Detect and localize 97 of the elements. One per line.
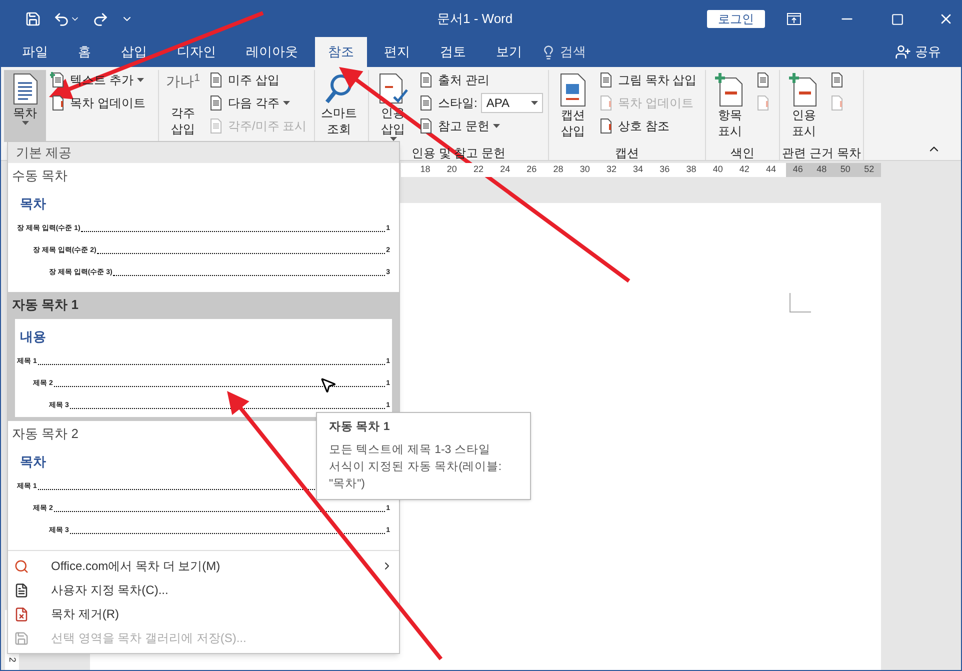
caret-icon xyxy=(531,101,538,105)
document-update-icon xyxy=(755,95,771,111)
document-icon xyxy=(208,95,224,111)
ribbon-tab[interactable]: 편지 xyxy=(371,37,423,67)
document-icon xyxy=(418,72,434,88)
ribbon-display-icon[interactable] xyxy=(787,13,801,25)
toc-heading: 목차 xyxy=(19,453,46,470)
ribbon-small-button[interactable]: 상호 참조 xyxy=(598,117,670,135)
undo-icon[interactable] xyxy=(53,10,70,28)
ruler-mark: 2 xyxy=(6,656,19,662)
group-label: 관련 근거 목차 xyxy=(782,146,861,160)
ruler-mark: 18 xyxy=(419,163,432,176)
ruler-mark: 34 xyxy=(632,163,644,176)
gallery-item-title: 자동 목차 2 xyxy=(12,425,78,443)
group-label: 캡션 xyxy=(615,146,639,160)
toc-heading: 내용 xyxy=(19,328,46,345)
ruler-mark: 48 xyxy=(816,163,828,176)
document-icon xyxy=(755,72,771,88)
search-icon xyxy=(324,73,354,105)
lightbulb-icon xyxy=(541,44,556,60)
ribbon-small-button[interactable]: 참고 문헌 xyxy=(418,117,500,135)
ribbon-large-button[interactable]: 인용 표시 xyxy=(783,70,825,142)
share-button[interactable]: 공유 xyxy=(895,37,941,67)
ribbon-small-button[interactable]: 스타일: xyxy=(418,94,478,112)
document-icon xyxy=(418,118,434,134)
ruler-mark: 40 xyxy=(712,163,724,176)
ruler-mark: 46 xyxy=(792,163,804,176)
ribbon-small-button[interactable] xyxy=(829,72,845,88)
gallery-item-title: 수동 목차 xyxy=(12,167,68,185)
ribbon-large-button[interactable]: 스마트 조회 xyxy=(318,70,360,142)
remove-document-icon xyxy=(14,606,29,622)
ruler-mark: 30 xyxy=(578,163,591,176)
ribbon-small-button[interactable]: 그림 목차 삽입 xyxy=(598,71,697,89)
document-update-icon xyxy=(829,95,845,111)
menu-item[interactable]: 사용자 지정 목차(C)... xyxy=(8,578,399,602)
document-icon xyxy=(14,582,29,598)
menu-item[interactable]: Office.com에서 목차 더 보기(M) xyxy=(8,554,399,578)
ruler-mark: 22 xyxy=(472,163,484,176)
ruler-mark: 24 xyxy=(499,163,512,176)
document-add-icon xyxy=(50,72,66,88)
ribbon-tab[interactable]: 보기 xyxy=(483,37,535,67)
save-document-icon xyxy=(14,630,29,646)
document-update-icon xyxy=(50,95,66,111)
ribbon-tab[interactable]: 검토 xyxy=(427,37,479,67)
menu-item[interactable]: 목차 제거(R) xyxy=(8,602,399,626)
tooltip-title: 자동 목차 1 xyxy=(329,420,390,435)
ribbon-tab[interactable]: 홈 xyxy=(65,37,104,67)
person-add-icon xyxy=(895,44,911,60)
ribbon-tab[interactable]: 디자인 xyxy=(164,37,229,67)
document-icon xyxy=(598,72,614,88)
ribbon-tab[interactable]: 레이아웃 xyxy=(233,37,311,67)
ribbon-large-button[interactable]: 캡션 삽입 xyxy=(552,70,594,142)
document-list-icon xyxy=(11,73,39,105)
caption-picture-icon xyxy=(559,73,587,107)
ruler-mark: 32 xyxy=(605,163,618,176)
document-update-icon xyxy=(598,118,614,134)
ribbon-small-button[interactable]: 출처 관리 xyxy=(418,71,490,89)
document-icon xyxy=(208,118,224,134)
ribbon-small-button[interactable]: 목차 업데이트 xyxy=(50,94,146,112)
ruler-mark: 42 xyxy=(738,163,750,176)
ribbon-tab[interactable]: 삽입 xyxy=(108,37,160,67)
redo-icon[interactable] xyxy=(92,10,109,28)
document-icon xyxy=(208,72,224,88)
ribbon-small-button[interactable]: 미주 삽입 xyxy=(208,71,280,89)
ruler-mark: 44 xyxy=(765,163,778,176)
ruler-mark: 20 xyxy=(446,163,458,176)
document-update-icon xyxy=(598,95,614,111)
tooltip-text: 모든 텍스트에 제목 1-3 스타일 서식이 지정된 자동 목차(레이블: "목차") xyxy=(329,443,502,492)
group-label: 색인 xyxy=(730,146,754,160)
login-button[interactable]: 로그인 xyxy=(707,10,765,28)
ruler-mark: 52 xyxy=(863,163,876,176)
ruler-mark: 50 xyxy=(839,163,852,176)
ruler-mark: 26 xyxy=(526,163,538,176)
maximize-icon[interactable] xyxy=(891,12,904,26)
search-field[interactable]: 검색 xyxy=(560,42,600,62)
gallery-header: 기본 제공 xyxy=(8,142,399,163)
ribbon-large-button[interactable]: 목차 xyxy=(4,70,46,142)
style-select[interactable]: APA xyxy=(481,93,544,113)
mouse-cursor-icon xyxy=(319,376,337,394)
ribbon-tab[interactable]: 참조 xyxy=(315,37,367,67)
ruler-mark: 38 xyxy=(685,163,698,176)
document-icon xyxy=(829,72,845,88)
margin-corner-mark xyxy=(789,293,811,313)
save-icon[interactable] xyxy=(25,11,41,27)
ribbon-small-button[interactable] xyxy=(755,72,771,88)
ruler-mark: 36 xyxy=(658,163,671,176)
ruler-mark: 28 xyxy=(552,163,564,176)
gallery-item-title: 자동 목차 1 xyxy=(12,296,78,314)
document-icon xyxy=(418,95,434,111)
footnote-icon: 가나$^{1}$ xyxy=(166,73,200,105)
ribbon-large-button[interactable]: 항목 표시 xyxy=(709,70,751,142)
ribbon-small-button[interactable]: 다음 각주 xyxy=(208,94,290,112)
citation-icon xyxy=(377,73,409,105)
window-title: 문서1 - Word xyxy=(437,10,514,28)
ribbon-tab[interactable]: 파일 xyxy=(9,37,61,67)
toc-heading: 목차 xyxy=(19,195,46,212)
ribbon-large-button[interactable]: 가나$^{1}$ 각주 삽입 xyxy=(162,70,204,142)
